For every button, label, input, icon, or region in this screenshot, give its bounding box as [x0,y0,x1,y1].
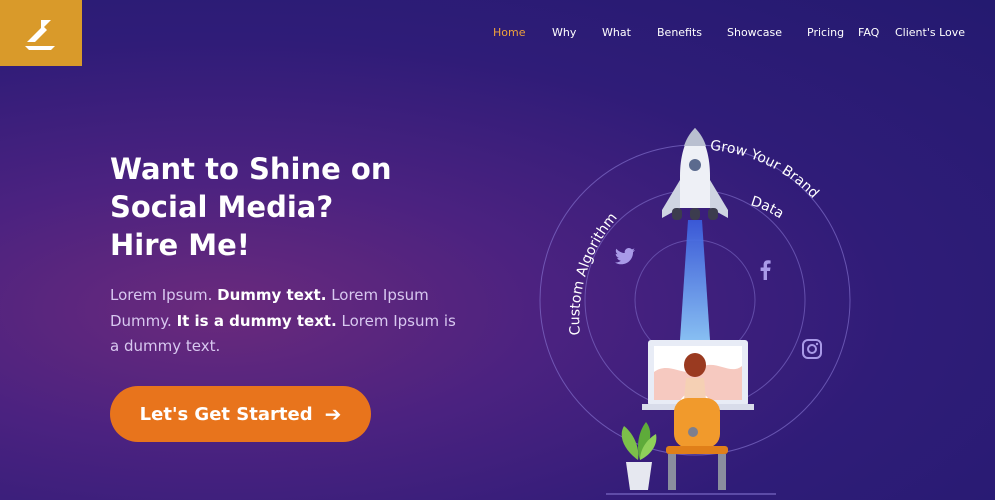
hero-illustration: Grow Your Brand Data Custom Algorithm [520,110,880,500]
get-started-label: Let's Get Started [139,403,313,425]
rocket-trail [680,220,710,340]
custom-algorithm-label: Custom Algorithm [567,210,620,336]
nav-what[interactable]: What [602,26,631,39]
hero-title-line: Want to Shine on [110,152,392,186]
hero-description: Lorem Ipsum. Dummy text. Lorem Ipsum Dum… [110,283,460,360]
instagram-icon [802,339,822,359]
desc-text: Lorem Ipsum. [110,286,218,304]
nav-clients-love[interactable]: Client's Love [895,26,965,39]
nav-home[interactable]: Home [493,26,525,39]
arrow-right-icon: ➔ [324,402,342,426]
nav-showcase[interactable]: Showcase [727,26,782,39]
nav-faq[interactable]: FAQ [858,26,879,39]
facebook-icon [760,260,771,280]
hero-title-line: Hire Me! [110,228,251,262]
grow-your-brand-label: Grow Your Brand [710,138,822,202]
hero-title-line: Social Media? [110,190,334,224]
get-started-button[interactable]: Let's Get Started ➔ [110,386,371,442]
main-nav: Home Why What Benefits Showcase Pricing … [0,26,995,42]
desc-bold: Dummy text. [217,286,327,304]
twitter-icon [615,248,635,265]
nav-why[interactable]: Why [552,26,576,39]
nav-benefits[interactable]: Benefits [657,26,702,39]
nav-pricing[interactable]: Pricing [807,26,844,39]
hero-title: Want to Shine on Social Media? Hire Me! [110,150,470,264]
desc-bold: It is a dummy text. [176,311,337,330]
